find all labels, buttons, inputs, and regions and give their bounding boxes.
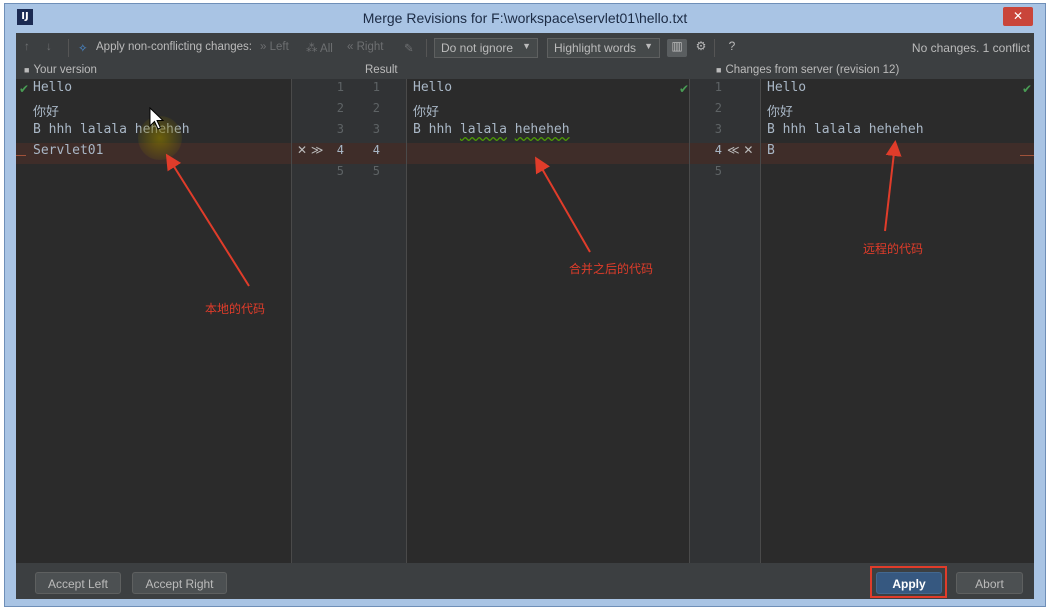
chevron-down-icon: ▼ bbox=[644, 41, 653, 51]
accept-right-button[interactable]: Accept Right bbox=[132, 572, 227, 594]
highlight-mode-select[interactable]: Highlight words ▼ bbox=[547, 38, 660, 58]
toolbar-separator bbox=[426, 39, 427, 57]
ignore-select-value: Do not ignore bbox=[441, 41, 514, 55]
code-line: B hhh lalala heheheh bbox=[767, 122, 924, 137]
line-number: 3 bbox=[336, 122, 344, 136]
line-number: 2 bbox=[336, 101, 344, 115]
close-button[interactable]: ✕ bbox=[1003, 7, 1033, 26]
right-merge-gutter: 1 2 3 4 5 ≪ ✕ bbox=[690, 79, 760, 563]
highlight-select-value: Highlight words bbox=[554, 41, 637, 55]
toolbar: ↑ ↓ ✧ Apply non-conflicting changes: » L… bbox=[16, 33, 1034, 63]
line-number: 1 bbox=[714, 80, 722, 94]
server-changes-label: Changes from server (revision 12) bbox=[725, 64, 900, 76]
apply-right-button[interactable]: « Right bbox=[347, 41, 383, 53]
server-editor-pane[interactable]: ✔ Hello 你好 B hhh lalala heheheh B bbox=[761, 79, 1034, 563]
result-header: Result bbox=[365, 64, 398, 76]
line-number: 1 bbox=[336, 80, 344, 94]
conflict-marker bbox=[1020, 155, 1034, 156]
server-changes-header: ■ Changes from server (revision 12) bbox=[716, 64, 899, 76]
annotation-remote-code: 远程的代码 bbox=[863, 242, 924, 256]
apply-all-button[interactable]: ⁂ All bbox=[306, 41, 333, 55]
merge-status-text: No changes. 1 conflict bbox=[911, 41, 1030, 55]
apply-right-and-discard-icon[interactable]: ≪ ✕ bbox=[727, 143, 753, 164]
conflict-marker bbox=[16, 155, 26, 156]
line-number: 3 bbox=[714, 122, 722, 136]
apply-non-conflicting-icon[interactable]: ✧ bbox=[78, 41, 88, 55]
code-line: Hello bbox=[33, 80, 73, 95]
code-line: Hello bbox=[413, 80, 453, 95]
discard-and-apply-left-icon[interactable]: ✕ ≫ bbox=[297, 143, 323, 164]
accept-left-button[interactable]: Accept Left bbox=[35, 572, 121, 594]
code-line: 你好 bbox=[767, 105, 794, 120]
line-number: 4 bbox=[372, 143, 380, 157]
conflict-highlight bbox=[407, 143, 689, 164]
toolbar-separator bbox=[68, 39, 69, 57]
code-token-typo: lalala bbox=[459, 122, 507, 137]
chevron-down-icon: ▼ bbox=[522, 41, 531, 51]
code-line: B bbox=[767, 143, 775, 158]
code-line: 你好 bbox=[413, 105, 440, 120]
code-line: 你好 bbox=[33, 105, 60, 120]
your-version-header: ■ Your version bbox=[24, 64, 97, 76]
code-line: Hello bbox=[767, 80, 807, 95]
title-bar: IJ Merge Revisions for F:\workspace\serv… bbox=[5, 4, 1045, 32]
next-difference-icon[interactable]: ↓ bbox=[46, 41, 52, 53]
annotation-local-code: 本地的代码 bbox=[205, 302, 266, 316]
lock-icon: ■ bbox=[716, 65, 722, 75]
window-title: Merge Revisions for F:\workspace\servlet… bbox=[362, 10, 688, 26]
toolbar-separator bbox=[714, 39, 715, 57]
side-by-side-columns-icon[interactable]: ▥ bbox=[667, 39, 687, 57]
annotation-merged-code: 合并之后的代码 bbox=[569, 262, 654, 276]
line-number: 3 bbox=[372, 122, 380, 136]
line-number: 2 bbox=[372, 101, 380, 115]
abort-button[interactable]: Abort bbox=[956, 572, 1023, 594]
magic-resolve-icon[interactable]: ✎ bbox=[404, 41, 414, 55]
left-merge-gutter: 1 2 3 4 5 1 2 3 4 5 ✕ ≫ bbox=[292, 79, 406, 563]
checkmark-icon: ✔ bbox=[1022, 82, 1033, 96]
merge-client-area: ↑ ↓ ✧ Apply non-conflicting changes: » L… bbox=[16, 33, 1034, 599]
settings-gear-icon[interactable]: ⚙ bbox=[691, 39, 711, 57]
mouse-pointer-icon bbox=[149, 107, 165, 130]
line-number: 4 bbox=[336, 143, 344, 157]
checkmark-icon: ✔ bbox=[679, 82, 690, 96]
line-number: 5 bbox=[372, 164, 380, 178]
result-editor-pane[interactable]: ✔ Hello 你好 B hhh lalala heheheh bbox=[407, 79, 689, 563]
apply-button[interactable]: Apply bbox=[876, 572, 942, 594]
lock-icon: ■ bbox=[24, 65, 30, 75]
apply-left-button[interactable]: » Left bbox=[260, 41, 289, 53]
line-number: 1 bbox=[372, 80, 380, 94]
bottom-button-bar: Accept Left Accept Right Apply Abort bbox=[16, 563, 1034, 599]
merge-dialog: IJ Merge Revisions for F:\workspace\serv… bbox=[4, 3, 1046, 607]
conflict-highlight bbox=[761, 143, 1034, 164]
code-token: B hhh bbox=[413, 122, 460, 137]
your-version-label: Your version bbox=[33, 64, 97, 76]
code-token-typo: heheheh bbox=[514, 122, 570, 137]
pane-headers: ■ Your version Result ■ Changes from serve… bbox=[16, 63, 1034, 79]
ignore-whitespace-select[interactable]: Do not ignore ▼ bbox=[434, 38, 538, 58]
line-number: 5 bbox=[714, 164, 722, 178]
code-line: Servlet01 bbox=[33, 143, 104, 158]
code-line: B hhh lalala heheheh bbox=[413, 122, 570, 143]
help-icon[interactable]: ? bbox=[722, 39, 742, 57]
line-number: 2 bbox=[714, 101, 722, 115]
prev-difference-icon[interactable]: ↑ bbox=[24, 41, 30, 53]
line-number: 4 bbox=[714, 143, 722, 157]
line-number: 5 bbox=[336, 164, 344, 178]
checkmark-icon: ✔ bbox=[19, 82, 30, 96]
apply-non-conflicting-label: Apply non-conflicting changes: bbox=[96, 41, 252, 53]
